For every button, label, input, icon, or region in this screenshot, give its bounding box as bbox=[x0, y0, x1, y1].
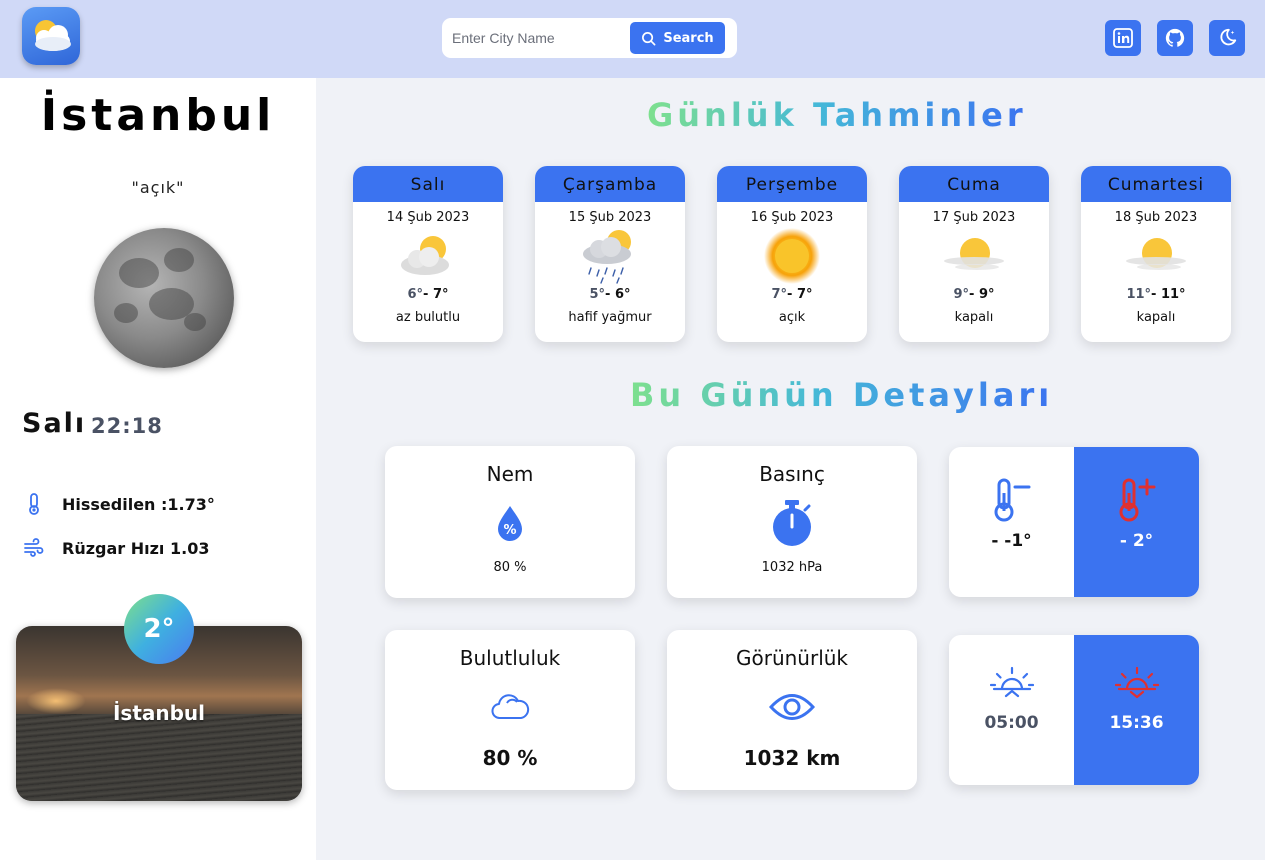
wind-icon bbox=[24, 538, 44, 557]
temp-max-panel: - 2° bbox=[1074, 447, 1199, 597]
thermometer-icon bbox=[29, 493, 39, 515]
linkedin-icon bbox=[1113, 28, 1133, 48]
stopwatch-icon bbox=[667, 492, 917, 554]
sidebar: İstanbul "açık" Salı 22:18 Hissedilen :1… bbox=[0, 78, 316, 860]
cloudiness-title: Bulutluluk bbox=[459, 646, 561, 670]
temp-min-value: - -1° bbox=[991, 531, 1032, 551]
forecast-date: 16 Şub 2023 bbox=[750, 210, 834, 225]
pressure-title: Basınç bbox=[759, 462, 825, 486]
search-button[interactable]: Search bbox=[630, 22, 725, 54]
dark-mode-button[interactable] bbox=[1209, 20, 1245, 56]
feels-like-text: Hissedilen :1.73° bbox=[62, 494, 215, 514]
feels-like-row: Hissedilen :1.73° bbox=[22, 492, 215, 516]
partly-cloudy-icon bbox=[353, 225, 503, 287]
city-name: İstanbul bbox=[40, 90, 276, 141]
current-time: 22:18 bbox=[91, 414, 163, 438]
city-search-input[interactable] bbox=[452, 24, 622, 52]
forecast-desc: açık bbox=[778, 310, 806, 325]
sunrise-panel: 05:00 bbox=[949, 635, 1074, 785]
sun-times-card: 05:00 15:36 bbox=[949, 635, 1199, 785]
cloudiness-value: 80 % bbox=[482, 746, 538, 770]
details-title: Bu Günün Detayları bbox=[630, 376, 1054, 414]
forecast-temp: 6°- 7° bbox=[407, 287, 449, 302]
forecast-card: Perşembe 16 Şub 2023 7°- 7° açık bbox=[717, 166, 867, 342]
forecast-desc: kapalı bbox=[1136, 310, 1176, 325]
forecast-temp: 9°- 9° bbox=[953, 287, 995, 302]
temp-min-panel: - -1° bbox=[949, 447, 1074, 597]
forecast-day: Salı bbox=[353, 166, 503, 202]
hazy-sun-icon bbox=[1081, 225, 1231, 287]
sunset-panel: 15:36 bbox=[1074, 635, 1199, 785]
forecast-card: Cuma 17 Şub 2023 9°- 9° kapalı bbox=[899, 166, 1049, 342]
sunrise-value: 05:00 bbox=[984, 713, 1039, 733]
forecast-desc: kapalı bbox=[954, 310, 994, 325]
forecast-card: Cumartesi 18 Şub 2023 11°- 11° kapalı bbox=[1081, 166, 1231, 342]
forecast-day: Cumartesi bbox=[1081, 166, 1231, 202]
forecast-temp: 5°- 6° bbox=[589, 287, 631, 302]
forecast-temp: 7°- 7° bbox=[771, 287, 813, 302]
hazy-sun-icon bbox=[899, 225, 1049, 287]
rain-icon bbox=[535, 225, 685, 287]
sunset-value: 15:36 bbox=[1109, 713, 1164, 733]
cloudiness-card: Bulutluluk 80 % bbox=[385, 630, 635, 790]
sunset-icon bbox=[1114, 666, 1159, 699]
current-temp-badge: 2° bbox=[124, 594, 194, 664]
forecast-desc: hafif yağmur bbox=[568, 310, 652, 325]
forecast-date: 18 Şub 2023 bbox=[1114, 210, 1198, 225]
temp-range-card: - -1° - 2° bbox=[949, 447, 1199, 597]
search-icon bbox=[642, 31, 656, 45]
cloud-icon bbox=[385, 676, 635, 738]
visibility-title: Görünürlük bbox=[735, 646, 849, 670]
humidity-card: Nem % 80 % bbox=[385, 446, 635, 598]
dark-mode-icon bbox=[1220, 28, 1237, 46]
wind-row: Rüzgar Hızı 1.03 bbox=[22, 536, 209, 560]
humidity-title: Nem bbox=[486, 462, 534, 486]
linkedin-button[interactable] bbox=[1105, 20, 1141, 56]
humidity-value: 80 % bbox=[493, 560, 527, 575]
forecast-card: Çarşamba 15 Şub 2023 5°- 6° hafif yağmur bbox=[535, 166, 685, 342]
app-logo-icon[interactable] bbox=[22, 7, 80, 65]
search-box: Search bbox=[442, 18, 737, 58]
forecast-temp: 11°- 11° bbox=[1126, 287, 1186, 302]
pressure-card: Basınç 1032 hPa bbox=[667, 446, 917, 598]
forecast-card: Salı 14 Şub 2023 6°- 7° az bulutlu bbox=[353, 166, 503, 342]
forecast-date: 15 Şub 2023 bbox=[568, 210, 652, 225]
forecast-desc: az bulutlu bbox=[395, 310, 461, 325]
forecast-date: 17 Şub 2023 bbox=[932, 210, 1016, 225]
humidity-icon: % bbox=[385, 492, 635, 554]
svg-text:%: % bbox=[503, 523, 516, 538]
sun-icon bbox=[717, 225, 867, 287]
current-day: Salı bbox=[22, 408, 87, 439]
forecast-day: Perşembe bbox=[717, 166, 867, 202]
thermometer-plus-icon bbox=[1119, 478, 1155, 522]
temp-max-value: - 2° bbox=[1119, 531, 1154, 551]
forecast-day: Cuma bbox=[899, 166, 1049, 202]
search-button-label: Search bbox=[663, 30, 714, 46]
wind-speed-text: Rüzgar Hızı 1.03 bbox=[62, 538, 210, 558]
github-button[interactable] bbox=[1157, 20, 1193, 56]
pressure-value: 1032 hPa bbox=[761, 560, 823, 575]
moon-icon bbox=[94, 228, 234, 368]
forecast-date: 14 Şub 2023 bbox=[386, 210, 470, 225]
visibility-card: Görünürlük 1032 km bbox=[667, 630, 917, 790]
thermometer-minus-icon bbox=[994, 478, 1030, 522]
forecast-title: Günlük Tahminler bbox=[647, 96, 1027, 134]
eye-icon bbox=[667, 676, 917, 738]
sunrise-icon bbox=[989, 666, 1034, 698]
visibility-value: 1032 km bbox=[743, 746, 841, 770]
city-card-label: İstanbul bbox=[112, 701, 206, 725]
forecast-day: Çarşamba bbox=[535, 166, 685, 202]
header-bar: Search bbox=[0, 0, 1265, 78]
weather-description: "açık" bbox=[131, 178, 185, 197]
github-icon bbox=[1165, 28, 1185, 47]
